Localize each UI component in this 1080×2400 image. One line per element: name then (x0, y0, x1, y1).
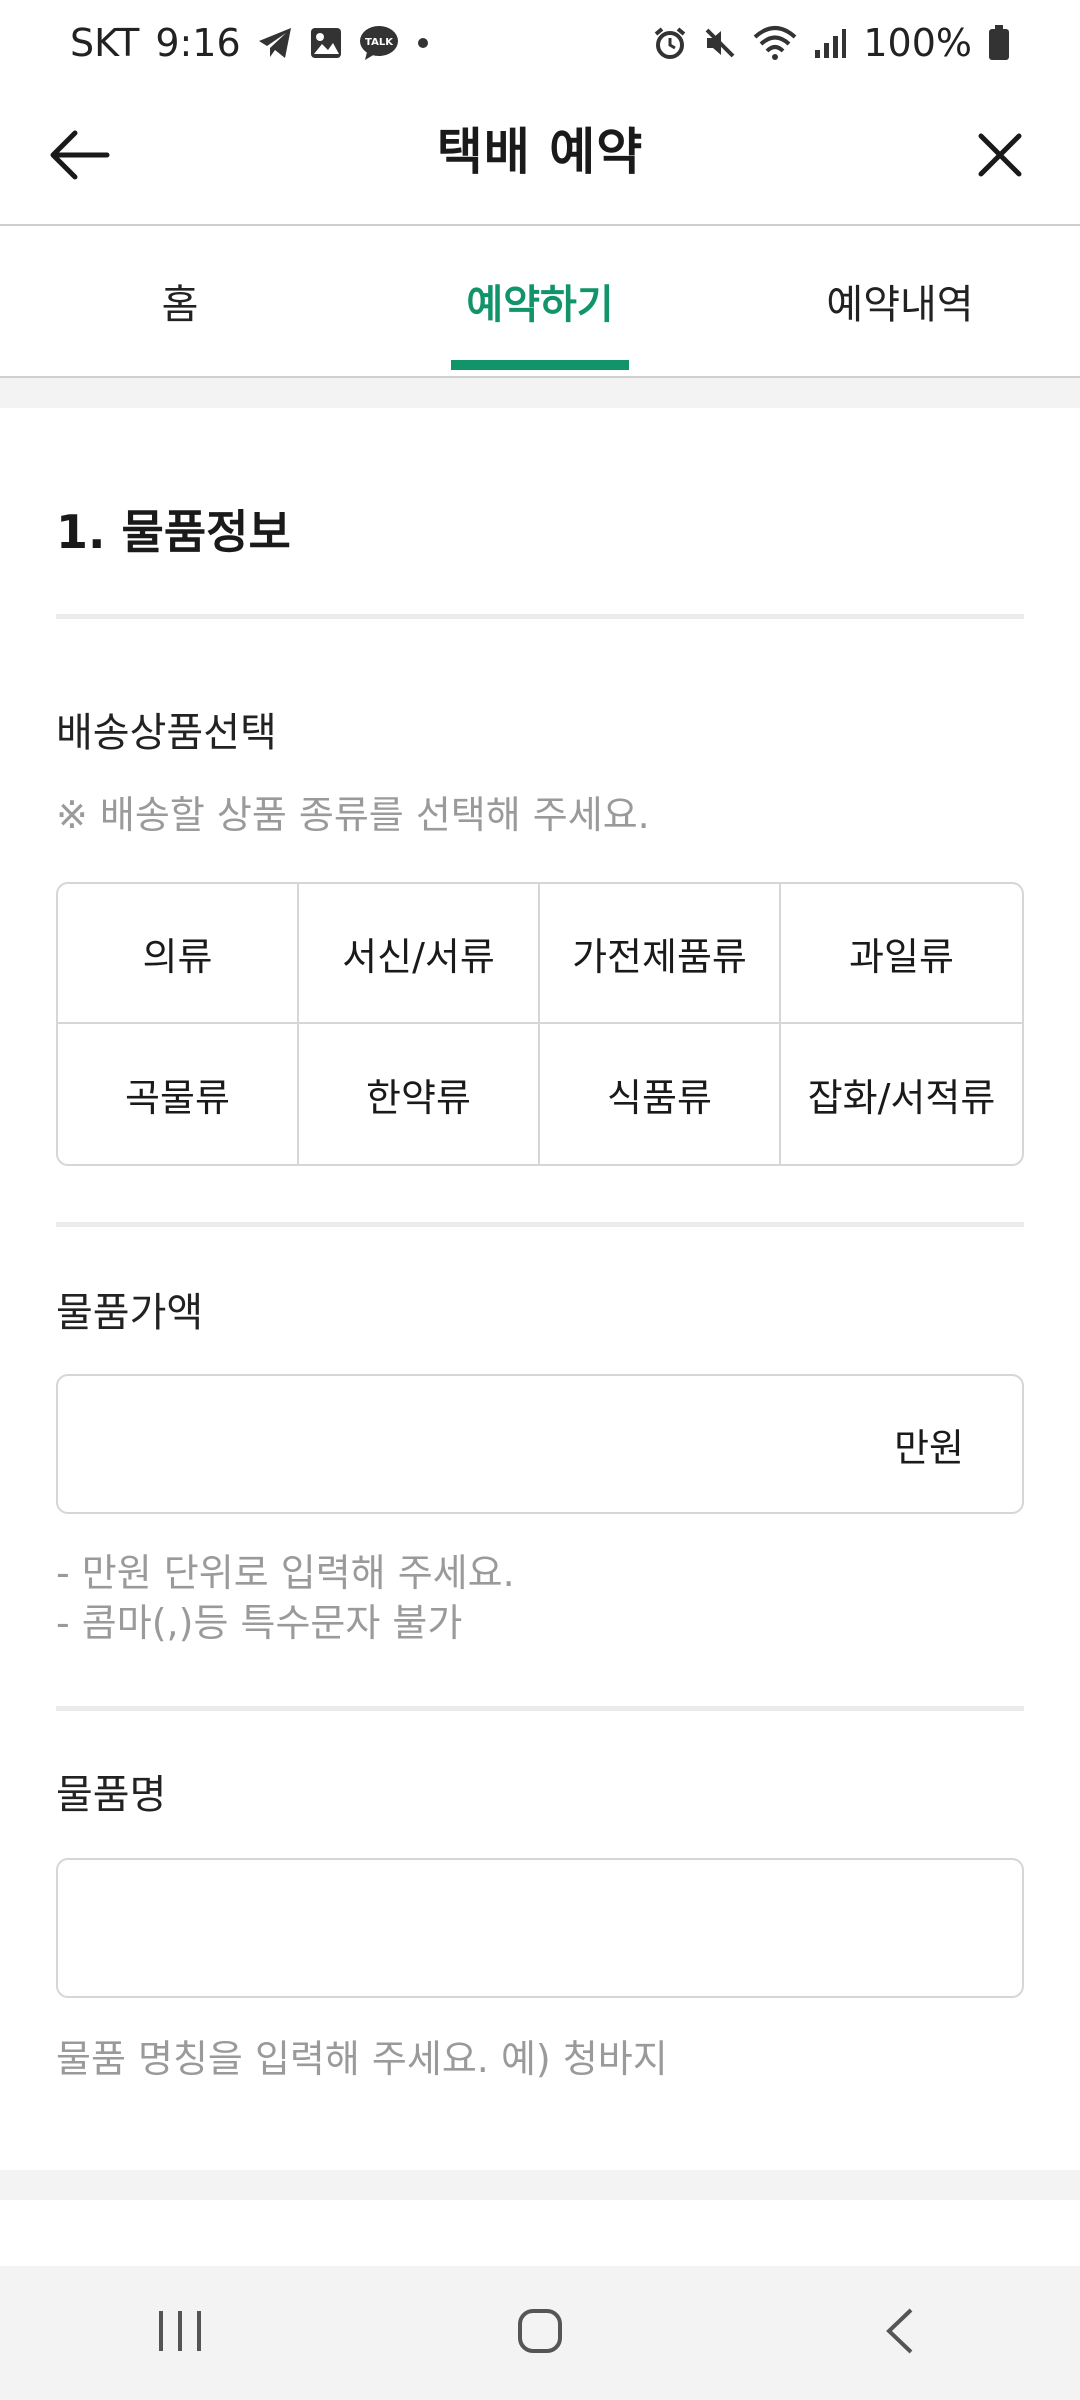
mute-icon (703, 26, 737, 60)
item-name-label: 물품명 (56, 1772, 167, 1818)
signal-icon (813, 26, 847, 60)
tab-label: 홈 (161, 282, 199, 328)
back-nav-button[interactable] (840, 2283, 960, 2383)
alarm-icon (653, 26, 687, 60)
price-unit: 만원 (894, 1425, 964, 1470)
dot-icon (415, 35, 431, 51)
section-gap (0, 2170, 1080, 2200)
product-option-food[interactable]: 식품류 (540, 1024, 781, 1164)
product-option-clothing[interactable]: 의류 (58, 884, 299, 1024)
item-name-field (56, 1858, 1024, 1998)
active-tab-indicator (451, 360, 629, 370)
recent-apps-button[interactable] (120, 2283, 240, 2383)
status-time: 9:16 (155, 21, 241, 65)
divider (56, 1222, 1024, 1227)
status-left: SKT 9:16 TALK (70, 21, 431, 65)
product-option-grains[interactable]: 곡물류 (58, 1024, 299, 1164)
home-icon (516, 2307, 564, 2359)
gallery-icon (309, 26, 343, 60)
price-input[interactable] (82, 1376, 866, 1514)
item-name-hint: 물품 명칭을 입력해 주세요. 예) 청바지 (56, 2037, 668, 2081)
product-select-hint: ※ 배송할 상품 종류를 선택해 주세요. (56, 793, 650, 837)
tab-home[interactable]: 홈 (0, 226, 360, 376)
status-right: 100% (653, 21, 1010, 65)
battery-icon (988, 25, 1010, 61)
price-hint-2: - 콤마(,)등 특수문자 불가 (56, 1601, 463, 1645)
product-type-grid: 의류 서신/서류 가전제품류 과일류 곡물류 한약류 식품류 잡화/서적류 (56, 882, 1024, 1166)
carrier: SKT (70, 21, 140, 65)
product-option-herbal-medicine[interactable]: 한약류 (299, 1024, 540, 1164)
svg-text:TALK: TALK (365, 37, 394, 48)
tab-label: 예약하기 (466, 282, 614, 328)
section-gap (0, 378, 1080, 408)
back-icon (883, 2306, 917, 2360)
close-button[interactable] (965, 122, 1035, 192)
product-option-fruits[interactable]: 과일류 (781, 884, 1022, 1024)
product-select-label: 배송상품선택 (56, 710, 277, 756)
price-field: 만원 (56, 1374, 1024, 1514)
tab-label: 예약내역 (826, 282, 974, 328)
close-icon (977, 132, 1023, 182)
product-option-documents[interactable]: 서신/서류 (299, 884, 540, 1024)
tab-bar: 홈 예약하기 예약내역 (0, 226, 1080, 378)
app-bar: 택배 예약 (0, 86, 1080, 226)
home-button[interactable] (480, 2283, 600, 2383)
section-title: 1. 물품정보 (56, 505, 291, 559)
status-bar: SKT 9:16 TALK 100% (0, 0, 1080, 86)
price-label: 물품가액 (56, 1290, 204, 1336)
battery-percent: 100% (863, 21, 972, 65)
price-hint-1: - 만원 단위로 입력해 주세요. (56, 1551, 515, 1595)
system-nav-bar (0, 2266, 1080, 2400)
kakaotalk-icon: TALK (359, 25, 399, 61)
product-option-goods-books[interactable]: 잡화/서적류 (781, 1024, 1022, 1164)
telegram-icon (257, 26, 293, 60)
tab-reserve[interactable]: 예약하기 (360, 226, 720, 376)
wifi-icon (753, 25, 797, 61)
recent-apps-icon (155, 2308, 205, 2358)
tab-history[interactable]: 예약내역 (720, 226, 1080, 376)
divider (56, 1706, 1024, 1711)
item-name-input[interactable] (82, 1860, 986, 1998)
divider (56, 614, 1024, 619)
page-title: 택배 예약 (436, 123, 644, 181)
product-option-appliances[interactable]: 가전제품류 (540, 884, 781, 1024)
